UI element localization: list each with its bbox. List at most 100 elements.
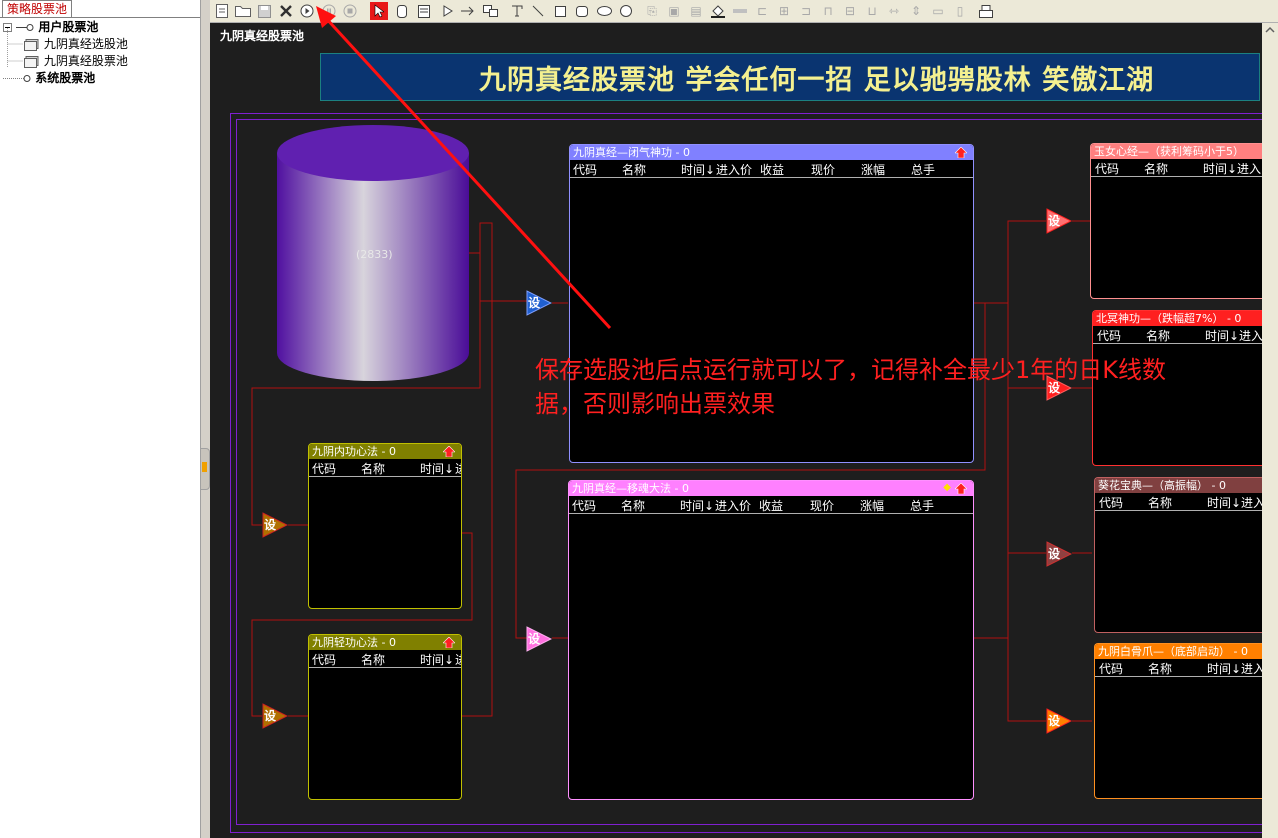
col-name[interactable]: 名称 [1146,327,1170,344]
col-code[interactable]: 代码 [1095,160,1119,177]
run-icon[interactable] [299,3,315,19]
col-time[interactable]: 时间↓ [1205,327,1239,344]
set-button-neigong[interactable]: 设 [262,512,289,538]
move-up-icon[interactable] [955,147,967,158]
same-width-icon[interactable]: ⇿ [886,3,902,19]
print-icon[interactable] [978,3,994,19]
tree-item-pool-1[interactable]: 九阴真经选股池 [24,36,128,52]
fill-color-icon[interactable] [710,3,726,19]
col-entry[interactable]: 进入 [1237,160,1261,177]
col-code[interactable]: 代码 [1097,327,1121,344]
col-change[interactable]: 涨幅 [860,497,884,514]
pool-kuihua[interactable]: 葵花宝典—（高振幅） - 0 代码 名称 时间↓ 进入 [1094,477,1262,633]
set-button-bihe[interactable]: 设 [526,290,553,316]
set-button-yihun[interactable]: 设 [526,626,553,652]
tree-item-pool-2[interactable]: 九阴真经股票池 [24,53,128,69]
col-entry[interactable]: 进 [455,651,461,668]
new-file-icon[interactable] [214,3,230,19]
col-price[interactable]: 现价 [810,497,834,514]
round-rect-icon[interactable] [574,3,590,19]
fit-height-icon[interactable]: ▯ [952,3,968,19]
set-button-qinggong[interactable]: 设 [262,703,289,729]
pause-icon[interactable] [321,3,337,19]
col-code[interactable]: 代码 [1099,494,1123,511]
pool-yunv[interactable]: 玉女心经—（获利筹码小于5） 代码 名称 时间↓ 进入 [1090,143,1262,299]
col-time[interactable]: 时间↓ [1207,660,1241,677]
col-volume[interactable]: 总手 [910,497,934,514]
col-volume[interactable]: 总手 [911,161,935,178]
paste-icon[interactable]: ▣ [666,3,682,19]
col-price[interactable]: 现价 [811,161,835,178]
scroll-up-icon[interactable] [1262,23,1278,37]
align-left-icon[interactable]: ⊏ [754,3,770,19]
group-icon[interactable] [482,3,498,19]
col-time[interactable]: 时间↓ [1207,494,1241,511]
col-name[interactable]: 名称 [1144,160,1168,177]
open-folder-icon[interactable] [235,3,251,19]
stop-icon[interactable] [342,3,358,19]
tree-node-system-pool[interactable]: 系统股票池 [3,70,95,86]
pool-yihun[interactable]: 九阴真经—移魂大法 - 0 ◆ 代码 名称 时间↓ 进入价 收益 现价 涨幅 总… [568,480,974,800]
col-time[interactable]: 时间↓ [680,497,714,514]
col-entry[interactable]: 进 [455,460,461,477]
strategy-canvas[interactable]: 九阴真经股票池 九阴真经股票池 学会任何一招 足以驰骋股林 笑傲江湖 (2833… [210,23,1262,838]
copy-icon[interactable]: ⎘ [644,3,660,19]
tab-strategy-pool[interactable]: 策略股票池 [2,0,72,18]
ellipse-icon[interactable] [596,3,612,19]
set-button-baigu[interactable]: 设 [1046,708,1073,734]
same-height-icon[interactable]: ⇕ [908,3,924,19]
col-code[interactable]: 代码 [1099,660,1123,677]
text-tool-icon[interactable] [509,3,525,19]
col-code[interactable]: 代码 [312,460,336,477]
col-code[interactable]: 代码 [312,651,336,668]
circle-icon[interactable] [618,3,634,19]
line-style-icon[interactable] [732,3,748,19]
col-entry-price[interactable]: 进入价 [716,161,752,178]
align-top-icon[interactable]: ⊓ [820,3,836,19]
set-button-yunv[interactable]: 设 [1046,208,1073,234]
col-profit[interactable]: 收益 [759,497,783,514]
play-shape-icon[interactable] [440,3,456,19]
col-time[interactable]: 时间↓ [681,161,715,178]
move-up-icon[interactable] [955,483,967,494]
align-right-icon[interactable]: ⊐ [798,3,814,19]
col-name[interactable]: 名称 [361,651,385,668]
col-time[interactable]: 时间↓ [1203,160,1237,177]
col-entry-price[interactable]: 进入价 [715,497,751,514]
move-up-icon[interactable] [443,446,455,457]
rounded-rect-icon[interactable] [394,3,410,19]
vertical-scrollbar[interactable] [1262,23,1278,838]
col-code[interactable]: 代码 [573,161,597,178]
col-entry[interactable]: 进入 [1239,327,1262,344]
arrow-right-icon[interactable] [460,3,476,19]
col-name[interactable]: 名称 [621,497,645,514]
col-code[interactable]: 代码 [572,497,596,514]
doc-block-icon[interactable] [416,3,432,19]
pool-neigong[interactable]: 九阴内功心法 - 0 代码 名称 时间↓ 进 [308,443,462,609]
rectangle-icon[interactable] [552,3,568,19]
set-label: 设 [1048,214,1061,228]
col-name[interactable]: 名称 [1148,660,1172,677]
col-time[interactable]: 时间↓ [420,460,454,477]
col-time[interactable]: 时间↓ [420,651,454,668]
col-entry[interactable]: 进入 [1241,494,1262,511]
align-center-icon[interactable]: ⊞ [776,3,792,19]
save-icon[interactable] [256,3,272,19]
clipboard-icon[interactable]: ▤ [688,3,704,19]
col-name[interactable]: 名称 [361,460,385,477]
col-entry[interactable]: 进入 [1241,660,1262,677]
col-profit[interactable]: 收益 [760,161,784,178]
align-bottom-icon[interactable]: ⊔ [864,3,880,19]
move-up-icon[interactable] [443,637,455,648]
delete-icon[interactable] [278,3,294,19]
set-button-kuihua[interactable]: 设 [1046,541,1073,567]
col-name[interactable]: 名称 [1148,494,1172,511]
col-change[interactable]: 涨幅 [861,161,885,178]
pool-baigu[interactable]: 九阴白骨爪—（底部启动） - 0 代码 名称 时间↓ 进入 [1094,643,1262,799]
pointer-icon[interactable] [370,2,388,20]
same-size-icon[interactable]: ▭ [930,3,946,19]
pool-qinggong[interactable]: 九阴轻功心法 - 0 代码 名称 时间↓ 进 [308,634,462,800]
col-name[interactable]: 名称 [622,161,646,178]
align-middle-icon[interactable]: ⊟ [842,3,858,19]
line-icon[interactable] [530,3,546,19]
